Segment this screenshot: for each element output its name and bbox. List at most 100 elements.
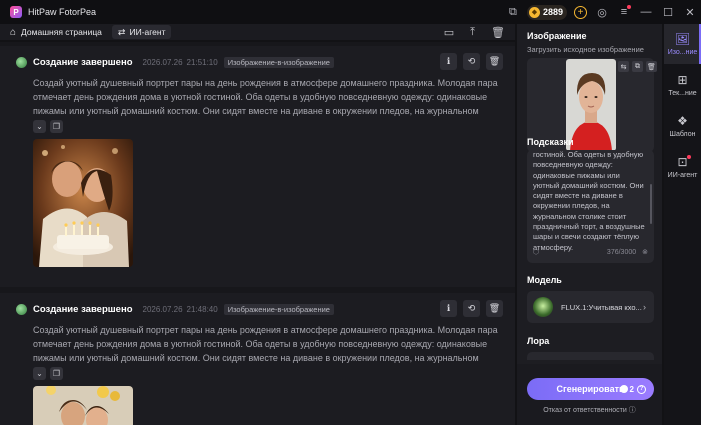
delete-image-icon[interactable]: 🗑 xyxy=(646,61,657,72)
results-feed: Создание завершено 2026.07.26 21:51:10 И… xyxy=(0,42,515,425)
generate-label: Сгенерировать xyxy=(556,384,625,394)
model-section-title: Модель xyxy=(527,275,562,285)
minimize-icon[interactable]: — xyxy=(635,0,657,24)
couple-birthday-image xyxy=(33,386,133,425)
card-actions: ℹ ⟲ 🗑 xyxy=(440,53,503,70)
generate-button[interactable]: Сгенерировать 2 ? xyxy=(527,378,654,400)
generate-cost: 2 ? xyxy=(619,384,646,394)
avatar xyxy=(16,56,27,68)
coin-icon xyxy=(619,385,628,393)
share-icon[interactable]: ⧉ xyxy=(502,0,524,24)
home-label: Домашняя страница xyxy=(21,27,102,37)
info-icon: ⓘ xyxy=(628,407,636,414)
card-time: 21:51:10 xyxy=(186,57,218,67)
prompt-scrollbar[interactable] xyxy=(650,184,652,224)
right-nav: 🖼 Изо...ние ⊞ Тек...ние ❖ Шаблон ⊡ ИИ-аг… xyxy=(664,24,701,425)
info-button[interactable]: ℹ xyxy=(440,300,457,317)
crop-icon[interactable]: ⧉ xyxy=(632,61,643,72)
model-selector[interactable]: FLUX.1:Учитывая кхо... › xyxy=(527,291,654,323)
credits-badge[interactable]: ◆ 2889 xyxy=(526,4,567,20)
coin-icon: ◆ xyxy=(528,6,540,18)
account-icon[interactable]: ◎ xyxy=(591,0,613,24)
clear-icon[interactable]: ⊗ xyxy=(642,248,648,256)
app-logo: P xyxy=(10,6,22,18)
maximize-icon[interactable]: ☐ xyxy=(657,0,679,24)
regenerate-button[interactable]: ⟲ xyxy=(463,300,480,317)
image-icon: 🖼 xyxy=(674,32,691,46)
text-edit-icon: ⊞ xyxy=(677,73,688,87)
copy-icon[interactable]: ❐ xyxy=(50,120,63,133)
card-actions: ℹ ⟲ 🗑 xyxy=(440,300,503,317)
card-header: Создание завершено 2026.07.26 21:48:40 И… xyxy=(16,301,334,317)
delete-button[interactable]: 🗑 xyxy=(486,300,503,317)
card-date: 2026.07.26 xyxy=(142,304,183,314)
cube-icon[interactable]: ⬡ xyxy=(533,248,539,256)
toolbar-actions: ▭ ⤒ 🗑 xyxy=(444,24,505,40)
agent-tab-label: ИИ-агент xyxy=(129,27,166,37)
add-credits-button[interactable]: + xyxy=(574,5,587,19)
help-icon[interactable]: ? xyxy=(637,384,646,394)
generate-area: Сгенерировать 2 ? Отказ от ответственнос… xyxy=(517,364,662,425)
info-button[interactable]: ℹ xyxy=(440,53,457,70)
menu-icon[interactable]: ≡ xyxy=(613,0,635,24)
card-title: Создание завершено xyxy=(33,303,133,315)
title-bar-controls: ⧉ ◆ 2889 + ◎ ≡ — ☐ ✕ xyxy=(502,0,701,24)
swap-icon: ⇄ xyxy=(117,26,126,37)
result-image[interactable] xyxy=(33,139,133,267)
prompt-footer: ⬡ 376/3000 ⊗ xyxy=(533,246,648,258)
prompt-content: гостиной. Оба одеты в удобную повседневн… xyxy=(533,150,645,252)
card-mini-actions: ⌄ ❐ xyxy=(33,120,63,133)
delete-button[interactable]: 🗑 xyxy=(486,53,503,70)
model-name: FLUX.1:Учитывая кхо... xyxy=(561,302,642,312)
tab-ai-agent[interactable]: ⇄ ИИ-агент xyxy=(111,25,172,39)
trash-icon[interactable]: 🗑 xyxy=(491,26,505,39)
title-bar: P HitPaw FotorPea ⧉ ◆ 2889 + ◎ ≡ — ☐ ✕ xyxy=(0,0,701,24)
card-title: Создание завершено xyxy=(33,56,133,68)
card-header: Создание завершено 2026.07.26 21:51:10 И… xyxy=(16,54,334,70)
book-icon[interactable]: ▭ xyxy=(444,26,454,39)
result-card: Создание завершено 2026.07.26 21:51:10 И… xyxy=(0,46,515,287)
card-date: 2026.07.26 xyxy=(142,57,183,67)
prompt-text: Создай уютный душевный портрет пары на д… xyxy=(33,78,498,116)
mode-badge: Изображение-в-изображение xyxy=(223,303,334,315)
home-icon: ⌂ xyxy=(10,26,17,38)
nav-item-image[interactable]: 🖼 Изо...ние xyxy=(664,24,701,64)
avatar xyxy=(16,303,27,315)
home-link[interactable]: ⌂ Домашняя страница xyxy=(10,27,102,38)
breadcrumb-toolbar: ⌂ Домашняя страница ⇄ ИИ-агент ▭ ⤒ 🗑 xyxy=(0,24,515,40)
nav-label: Изо...ние xyxy=(667,49,698,56)
couple-birthday-image xyxy=(33,139,133,267)
nav-label: ИИ-агент xyxy=(667,172,698,179)
disclaimer-label: Отказ от ответственности xyxy=(543,407,627,414)
model-thumbnail xyxy=(533,297,553,317)
card-mini-actions: ⌄ ❐ xyxy=(33,367,63,380)
result-card: Создание завершено 2026.07.26 21:48:40 И… xyxy=(0,293,515,425)
credits-value: 2889 xyxy=(542,7,563,17)
disclaimer-link[interactable]: Отказ от ответственности ⓘ xyxy=(517,405,662,415)
nav-label: Шаблон xyxy=(669,131,696,138)
close-icon[interactable]: ✕ xyxy=(679,0,701,24)
lora-selector[interactable] xyxy=(527,352,654,360)
export-icon[interactable]: ⤒ xyxy=(470,26,475,39)
image-section-title: Изображение xyxy=(527,31,587,41)
notification-dot xyxy=(687,155,691,159)
app-title: HitPaw FotorPea xyxy=(28,7,97,17)
replace-image-icon[interactable]: ⇆ xyxy=(618,61,629,72)
template-icon: ❖ xyxy=(677,114,688,128)
upload-actions: ⇆ ⧉ 🗑 xyxy=(618,61,657,72)
nav-item-text[interactable]: ⊞ Тек...ние xyxy=(664,65,701,105)
chevron-right-icon: › xyxy=(643,302,646,312)
generate-cost-value: 2 xyxy=(629,384,634,394)
expand-icon[interactable]: ⌄ xyxy=(33,120,46,133)
settings-panel: Изображение Загрузить исходное изображен… xyxy=(517,24,662,425)
result-image[interactable] xyxy=(33,386,133,425)
card-time: 21:48:40 xyxy=(186,304,218,314)
prompt-textarea[interactable]: гостиной. Оба одеты в удобную повседневн… xyxy=(527,150,654,263)
nav-item-template[interactable]: ❖ Шаблон xyxy=(664,106,701,146)
prompt-text: Создай уютный душевный портрет пары на д… xyxy=(33,325,498,363)
nav-item-ai-agent[interactable]: ⊡ ИИ-агент xyxy=(664,147,701,187)
mode-badge: Изображение-в-изображение xyxy=(223,56,334,68)
copy-icon[interactable]: ❐ xyxy=(50,367,63,380)
expand-icon[interactable]: ⌄ xyxy=(33,367,46,380)
regenerate-button[interactable]: ⟲ xyxy=(463,53,480,70)
